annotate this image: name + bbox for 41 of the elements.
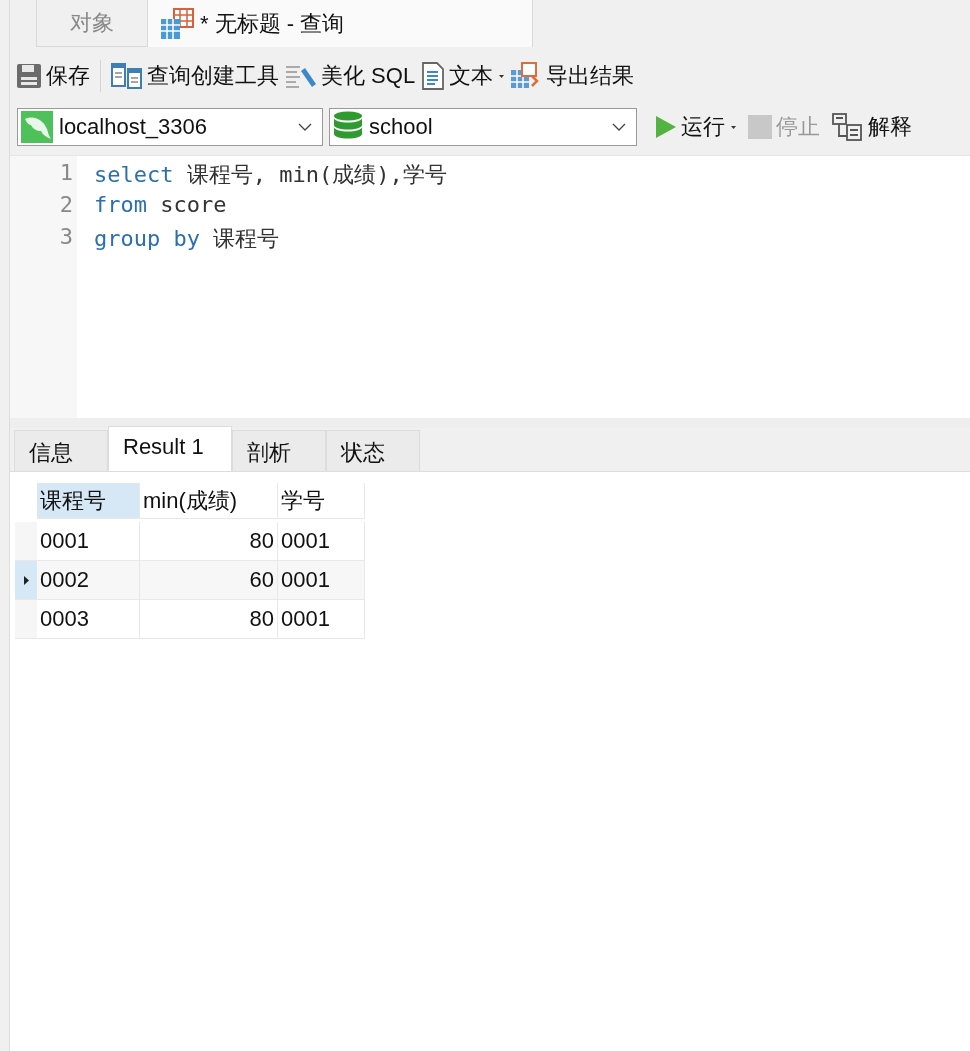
chevron-down-icon: [298, 123, 312, 131]
table-cell: 60: [140, 561, 278, 600]
table-cell: 80: [140, 600, 278, 639]
table-cell: 0001: [278, 600, 365, 639]
line-number: 2: [58, 192, 74, 219]
tab[interactable]: 剖析: [232, 430, 326, 471]
chevron-down-icon: [612, 123, 626, 131]
tab[interactable]: Result 1: [108, 426, 232, 471]
code-line: from score: [94, 192, 228, 219]
tree-boxes-icon: [832, 113, 864, 141]
toolbar-button[interactable]: 查询创建工具: [111, 61, 279, 91]
toolbar-button[interactable]: 运行: [655, 112, 736, 142]
toolbar-button[interactable]: 保存: [16, 61, 90, 91]
connection-dropdown[interactable]: localhost_3306: [17, 108, 323, 146]
code-line: group by 课程号: [94, 225, 281, 253]
code-line: select 课程号, min(成绩),学号: [94, 161, 447, 189]
lines-and-pen-icon: [285, 63, 317, 89]
stop-icon: [748, 115, 772, 139]
document-icon: [421, 62, 446, 90]
play-icon: [655, 115, 677, 139]
toolbar-button[interactable]: 解释: [832, 112, 912, 142]
column-header[interactable]: 课程号: [37, 483, 140, 519]
tab[interactable]: * 无标题 - 查询: [148, 0, 533, 47]
table-cell: 0002: [37, 561, 140, 600]
column-header[interactable]: 学号: [278, 483, 365, 519]
splitter-bar[interactable]: [10, 418, 970, 428]
database-dropdown[interactable]: school: [329, 108, 637, 146]
table-layout-icon: [111, 63, 143, 89]
toolbar-button[interactable]: 美化 SQL: [285, 61, 416, 91]
toolbar-button[interactable]: 导出结果: [510, 61, 635, 91]
toolbar-button[interactable]: 文本: [421, 61, 505, 91]
table-cell: 0003: [37, 600, 140, 639]
line-number: 3: [58, 224, 74, 251]
table-cell: 0001: [278, 561, 365, 600]
line-number: 1: [58, 160, 74, 187]
column-header[interactable]: min(成绩): [140, 483, 278, 519]
editor-panel[interactable]: 1 2 3 select 课程号, min(成绩),学号 from score group by 课程号: [10, 155, 970, 418]
tab[interactable]: 状态: [326, 430, 420, 471]
tab[interactable]: 信息: [14, 430, 108, 471]
row-indicator[interactable]: [15, 561, 37, 600]
caret-right-icon: [23, 575, 29, 585]
